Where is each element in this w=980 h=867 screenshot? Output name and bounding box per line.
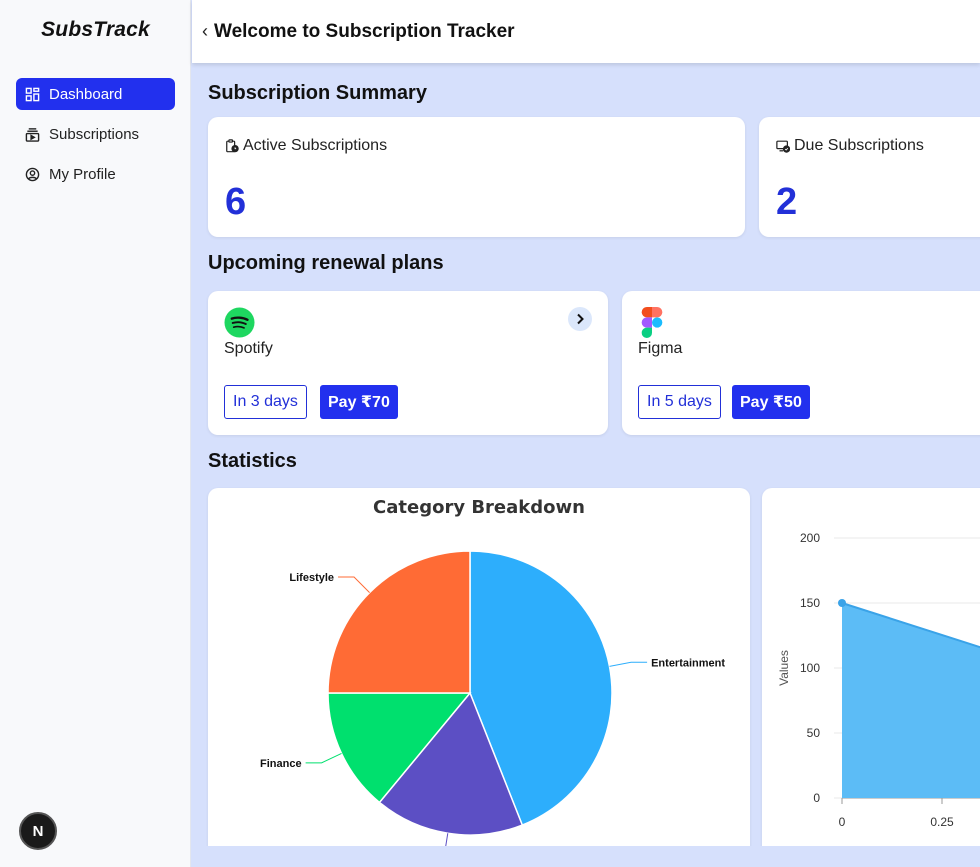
x-tick-label: 0: [839, 815, 846, 829]
due-subscriptions-card[interactable]: Due Subscriptions 2: [759, 117, 980, 237]
renewal-days-badge: In 5 days: [638, 385, 721, 419]
upcoming-title: Upcoming renewal plans: [208, 252, 444, 274]
pie-chart-title: Category Breakdown: [373, 497, 585, 518]
pie-label-entertainment: Entertainment: [651, 657, 725, 669]
pay-button[interactable]: Pay ₹70: [320, 385, 398, 419]
plan-name: Spotify: [224, 340, 273, 357]
sidebar-item-label: My Profile: [49, 165, 116, 183]
x-tick-label: 0.25: [930, 815, 954, 829]
pie-label-lifestyle: Lifestyle: [289, 572, 334, 584]
sidebar-item-my-profile[interactable]: My Profile: [16, 158, 175, 190]
sidebar-item-label: Subscriptions: [49, 125, 140, 143]
plan-card-figma[interactable]: Figma In 5 days Pay ₹50: [622, 291, 980, 435]
brand-logo[interactable]: SubsTrack: [0, 18, 191, 42]
page-bottom-strip: [192, 846, 980, 867]
area-series-fill: [842, 603, 980, 798]
pie-leader-line: [609, 661, 648, 667]
y-tick-label: 200: [800, 531, 820, 545]
sidebar-item-subscriptions[interactable]: Subscriptions: [16, 118, 175, 150]
spotify-icon: [224, 307, 255, 338]
sidebar-item-dashboard[interactable]: Dashboard: [16, 78, 175, 110]
due-subscriptions-count: 2: [776, 181, 798, 223]
due-subscriptions-label: Due Subscriptions: [794, 137, 924, 154]
category-breakdown-card: Category Breakdown Entertainment Finance L…: [208, 488, 750, 858]
n-badge[interactable]: N: [19, 812, 57, 850]
active-subscriptions-card[interactable]: Active Subscriptions 6: [208, 117, 745, 237]
pie-leader-line: [305, 753, 342, 764]
summary-title: Subscription Summary: [208, 82, 427, 104]
active-subscriptions-label: Active Subscriptions: [243, 137, 388, 154]
renewal-days-badge: In 3 days: [224, 385, 307, 419]
back-chevron-icon[interactable]: ‹: [202, 21, 208, 42]
clipboard-clock-icon: [226, 139, 239, 153]
profile-icon: [24, 166, 40, 182]
y-axis-label: Values: [777, 650, 791, 686]
sidebar-nav: Dashboard Subscriptions My Profile: [16, 78, 175, 198]
dashboard-icon: [24, 86, 40, 102]
area-data-point[interactable]: [838, 599, 846, 607]
due-subscriptions-label-row: Due Subscriptions: [776, 137, 924, 155]
y-tick-label: 50: [807, 726, 821, 740]
sidebar-item-label: Dashboard: [49, 85, 123, 103]
monitor-check-icon: [776, 140, 790, 153]
area-chart: Values 0 50 100 150 200 0 0.25: [777, 531, 980, 829]
figma-icon: [641, 307, 663, 338]
y-tick-label: 0: [813, 791, 820, 805]
plan-card-spotify[interactable]: Spotify In 3 days Pay ₹70: [208, 291, 608, 435]
plan-name: Figma: [638, 340, 683, 357]
sidebar: SubsTrack Dashboard Subscriptions My Pro…: [0, 0, 191, 867]
chevron-right-icon[interactable]: [568, 307, 592, 331]
y-tick-label: 100: [800, 661, 820, 675]
pie-slice-lifestyle[interactable]: [327, 550, 471, 694]
statistics-title: Statistics: [208, 450, 297, 472]
y-tick-label: 150: [800, 596, 820, 610]
pay-button[interactable]: Pay ₹50: [732, 385, 810, 419]
values-chart-card: Values 0 50 100 150 200 0 0.25: [762, 488, 980, 858]
pie-label-finance: Finance: [260, 758, 302, 770]
pie-leader-line: [338, 576, 370, 593]
page-title: Welcome to Subscription Tracker: [214, 20, 515, 42]
active-subscriptions-label-row: Active Subscriptions: [225, 137, 387, 155]
pie-chart: Category Breakdown Entertainment Finance L…: [260, 497, 725, 856]
active-subscriptions-count: 6: [225, 181, 247, 223]
top-header: ‹ Welcome to Subscription Tracker: [192, 0, 980, 63]
subscriptions-icon: [24, 126, 40, 142]
